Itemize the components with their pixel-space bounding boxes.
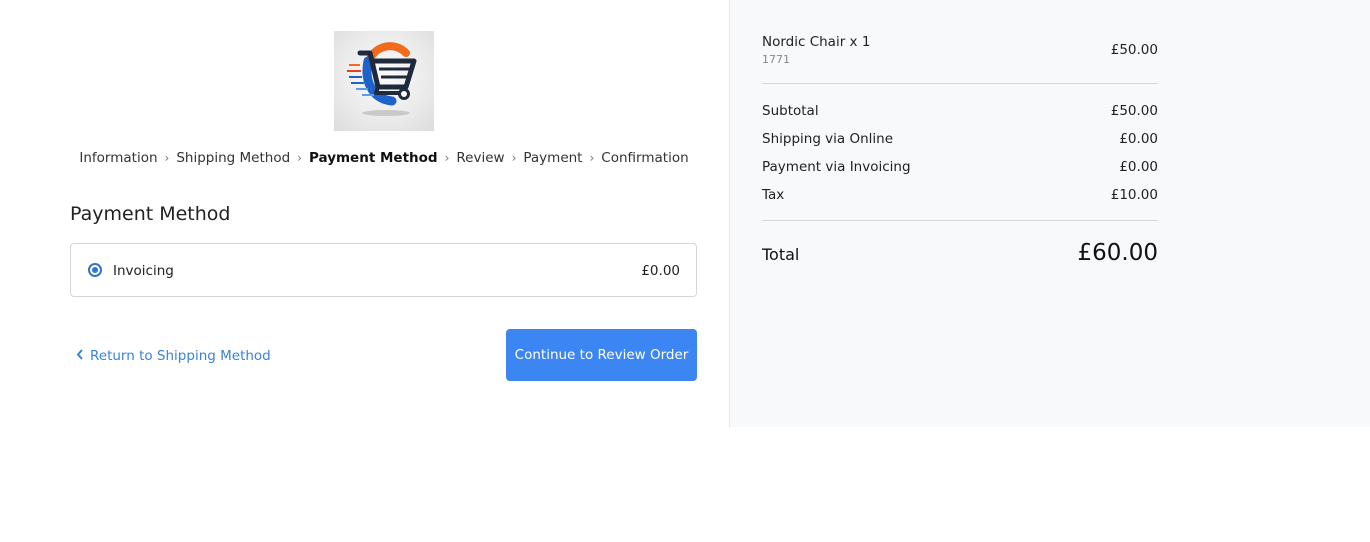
shipping-value: £0.00 bbox=[1119, 131, 1158, 147]
tax-label: Tax bbox=[762, 187, 785, 203]
shipping-label: Shipping via Online bbox=[762, 131, 894, 147]
summary-divider bbox=[762, 83, 1158, 84]
breadcrumb-separator: › bbox=[511, 151, 517, 165]
continue-to-review-button[interactable]: Continue to Review Order bbox=[506, 329, 697, 381]
payment-method-option[interactable]: Invoicing £0.00 bbox=[70, 243, 697, 297]
shopping-cart-icon bbox=[347, 42, 417, 116]
item-price: £50.00 bbox=[1110, 42, 1158, 58]
payment-fee-value: £0.00 bbox=[1119, 159, 1158, 175]
breadcrumb-step-shipping-method[interactable]: Shipping Method bbox=[176, 150, 290, 166]
subtotal-label: Subtotal bbox=[762, 103, 819, 119]
summary-divider bbox=[762, 220, 1158, 221]
payment-fee-label: Payment via Invoicing bbox=[762, 159, 911, 175]
breadcrumb-separator: › bbox=[297, 151, 302, 165]
breadcrumb-step-payment[interactable]: Payment bbox=[523, 150, 582, 166]
store-logo bbox=[334, 31, 434, 131]
item-name: Nordic Chair x 1 bbox=[762, 34, 871, 50]
payment-method-price: £0.00 bbox=[641, 263, 680, 279]
radio-selected-dot bbox=[92, 267, 98, 273]
return-to-shipping-link[interactable]: Return to Shipping Method bbox=[76, 348, 271, 364]
breadcrumb-step-information[interactable]: Information bbox=[79, 150, 157, 166]
breadcrumb-separator: › bbox=[164, 151, 170, 165]
breadcrumb-step-payment-method: Payment Method bbox=[308, 150, 438, 166]
breadcrumb-separator: › bbox=[444, 151, 450, 165]
order-summary-panel bbox=[729, 0, 1370, 427]
payment-method-label: Invoicing bbox=[113, 263, 174, 279]
payment-method-radio[interactable] bbox=[88, 263, 102, 277]
breadcrumb-separator: › bbox=[589, 151, 595, 165]
subtotal-value: £50.00 bbox=[1110, 103, 1158, 119]
chevron-left-icon bbox=[76, 348, 86, 364]
return-to-shipping-label: Return to Shipping Method bbox=[90, 348, 271, 364]
total-label: Total bbox=[762, 245, 800, 264]
total-value: £60.00 bbox=[1077, 240, 1158, 266]
breadcrumb-step-confirmation[interactable]: Confirmation bbox=[601, 150, 688, 166]
breadcrumb-step-review[interactable]: Review bbox=[456, 150, 504, 166]
checkout-main: Information › Shipping Method › Payment Meth… bbox=[0, 0, 729, 427]
breadcrumb: Information › Shipping Method › Payment Meth… bbox=[0, 150, 768, 166]
section-title: Payment Method bbox=[70, 203, 231, 225]
item-sku: 1771 bbox=[762, 53, 790, 66]
tax-value: £10.00 bbox=[1110, 187, 1158, 203]
